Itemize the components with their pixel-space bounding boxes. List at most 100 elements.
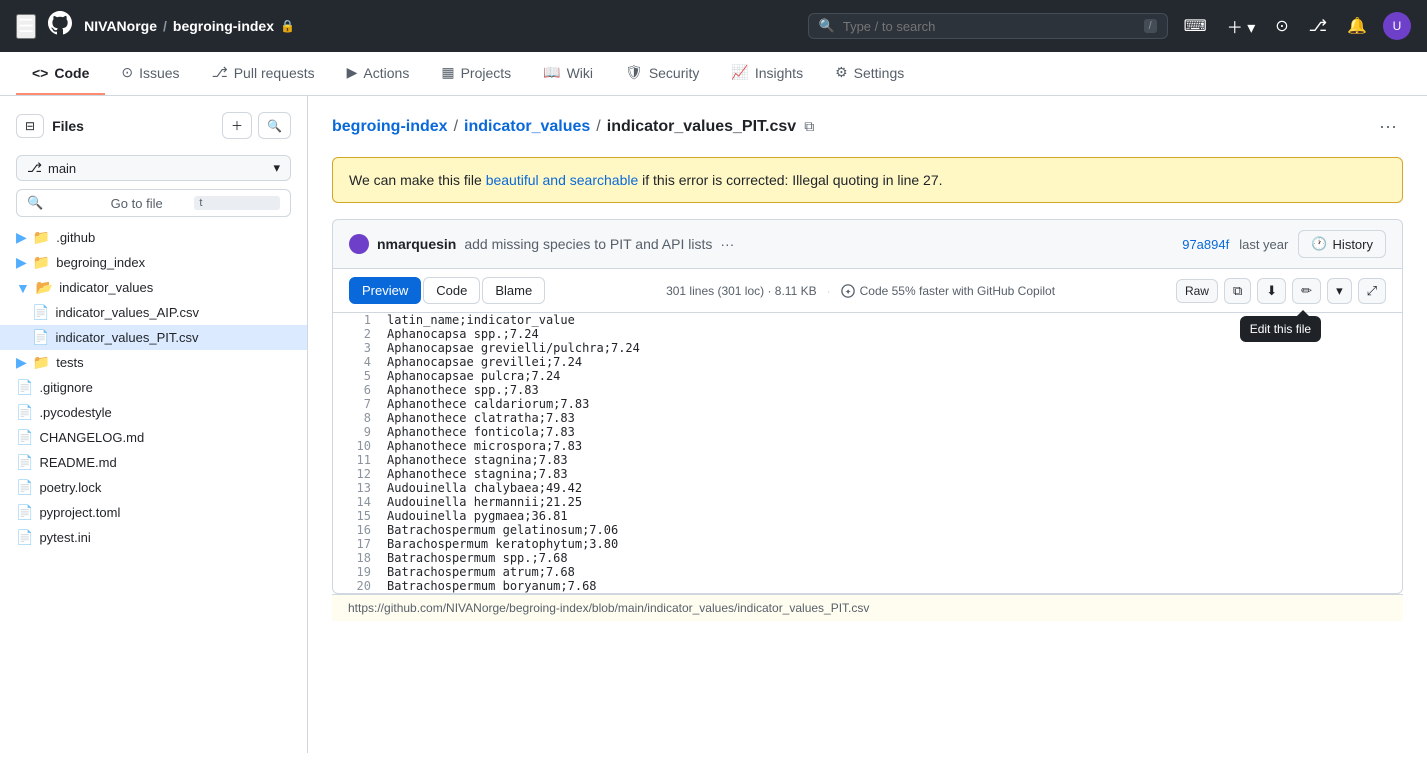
breadcrumb-root-link[interactable]: begroing-index — [332, 118, 448, 136]
new-icon[interactable]: ＋ ▾ — [1223, 10, 1259, 42]
svg-text:✦: ✦ — [844, 287, 851, 296]
tab-issues[interactable]: ⊙ Issues — [105, 52, 195, 95]
line-number[interactable]: 4 — [333, 355, 383, 369]
commit-author-name[interactable]: nmarquesin — [377, 236, 456, 252]
edit-file-button[interactable]: ✏ — [1292, 278, 1321, 304]
tree-item-pycodestyle[interactable]: 📄 .pycodestyle — [0, 400, 307, 425]
sidebar-toggle[interactable]: ⊟ — [16, 114, 44, 138]
commit-extra[interactable]: ··· — [720, 236, 734, 252]
tree-item-label: .github — [56, 230, 291, 245]
download-button[interactable]: ⬇ — [1257, 278, 1286, 304]
line-number[interactable]: 20 — [333, 579, 383, 593]
tab-preview[interactable]: Preview — [349, 277, 421, 304]
notifications-icon[interactable]: 🔔 — [1343, 12, 1371, 40]
tree-item-aip[interactable]: 📄 indicator_values_AIP.csv — [0, 300, 307, 325]
line-code: Aphanothece stagnina;7.83 — [383, 467, 1402, 481]
tree-item-label: tests — [56, 355, 291, 370]
tree-item-github[interactable]: ▶ 📁 .github — [0, 225, 307, 250]
line-number[interactable]: 15 — [333, 509, 383, 523]
search-bar[interactable]: 🔍 / — [808, 13, 1168, 39]
file-content-box: Preview Code Blame 301 lines (301 loc) ·… — [332, 269, 1403, 594]
table-row: 20 Batrachospermum boryanum;7.68 — [333, 579, 1402, 593]
repo-breadcrumb: NIVANorge / begroing-index 🔒 — [84, 18, 295, 34]
tab-code[interactable]: Code — [423, 277, 480, 304]
tree-item-pyproject[interactable]: 📄 pyproject.toml — [0, 500, 307, 525]
breadcrumb-sep1: / — [454, 118, 458, 136]
issues-icon[interactable]: ⊙ — [1271, 12, 1292, 40]
tab-actions[interactable]: ▶ Actions — [331, 52, 426, 95]
org-link[interactable]: NIVANorge — [84, 18, 157, 34]
line-code: Aphanothece caldariorum;7.83 — [383, 397, 1402, 411]
tree-item-readme[interactable]: 📄 README.md — [0, 450, 307, 475]
tree-item-pytest[interactable]: 📄 pytest.ini — [0, 525, 307, 550]
line-number[interactable]: 8 — [333, 411, 383, 425]
wiki-icon: 📖 — [543, 64, 560, 81]
line-code: Aphanothece clatratha;7.83 — [383, 411, 1402, 425]
edit-dropdown-button[interactable]: ▾ — [1327, 278, 1352, 304]
tab-projects[interactable]: ▦ Projects — [425, 52, 527, 95]
line-number[interactable]: 9 — [333, 425, 383, 439]
add-file-btn[interactable]: ＋ — [222, 112, 252, 139]
raw-button[interactable]: Raw — [1176, 279, 1218, 303]
line-number[interactable]: 16 — [333, 523, 383, 537]
line-number[interactable]: 11 — [333, 453, 383, 467]
tree-item-begroing-index[interactable]: ▶ 📁 begroing_index — [0, 250, 307, 275]
tree-item-poetry[interactable]: 📄 poetry.lock — [0, 475, 307, 500]
line-number[interactable]: 17 — [333, 537, 383, 551]
tree-item-tests[interactable]: ▶ 📁 tests — [0, 350, 307, 375]
expand-button[interactable]: ⤢ — [1358, 278, 1386, 304]
history-button[interactable]: 🕐 History — [1298, 230, 1386, 258]
line-code: Aphanocapsae pulcra;7.24 — [383, 369, 1402, 383]
tree-item-gitignore[interactable]: 📄 .gitignore — [0, 375, 307, 400]
hamburger-menu[interactable]: ☰ — [16, 14, 36, 39]
table-row: 7 Aphanothece caldariorum;7.83 — [333, 397, 1402, 411]
line-number[interactable]: 14 — [333, 495, 383, 509]
tab-wiki[interactable]: 📖 Wiki — [527, 52, 609, 95]
copy-path-button[interactable]: ⧉ — [802, 116, 816, 137]
tab-insights[interactable]: 📈 Insights — [715, 52, 819, 95]
go-to-file[interactable]: 🔍 Go to file t — [16, 189, 291, 217]
github-logo — [48, 11, 72, 42]
tab-settings-label: Settings — [854, 65, 905, 81]
line-number[interactable]: 6 — [333, 383, 383, 397]
line-number[interactable]: 18 — [333, 551, 383, 565]
line-number[interactable]: 1 — [333, 313, 383, 327]
beautiful-link[interactable]: beautiful and searchable — [486, 172, 639, 188]
commit-hash-link[interactable]: 97a894f — [1182, 237, 1229, 252]
line-number[interactable]: 13 — [333, 481, 383, 495]
terminal-icon[interactable]: ⌨ — [1180, 12, 1211, 40]
line-number[interactable]: 12 — [333, 467, 383, 481]
line-number[interactable]: 2 — [333, 327, 383, 341]
line-code: Aphanothece microspora;7.83 — [383, 439, 1402, 453]
line-number[interactable]: 5 — [333, 369, 383, 383]
pullrequest-icon[interactable]: ⎇ — [1305, 12, 1331, 40]
copy-raw-button[interactable]: ⧉ — [1224, 278, 1251, 304]
tab-settings[interactable]: ⚙ Settings — [819, 52, 920, 95]
line-number[interactable]: 10 — [333, 439, 383, 453]
branch-icon: ⎇ — [27, 160, 42, 176]
tree-item-changelog[interactable]: 📄 CHANGELOG.md — [0, 425, 307, 450]
search-input[interactable] — [843, 19, 1136, 34]
breadcrumb-folder-link[interactable]: indicator_values — [464, 118, 590, 136]
tree-item-indicator-values[interactable]: ▼ 📂 indicator_values — [0, 275, 307, 300]
tab-code[interactable]: <> Code — [16, 53, 105, 95]
folder-icon: ▶ — [16, 254, 27, 271]
tab-pull-requests[interactable]: ⎇ Pull requests — [196, 52, 331, 95]
line-number[interactable]: 3 — [333, 341, 383, 355]
tab-blame[interactable]: Blame — [482, 277, 545, 304]
line-number[interactable]: 19 — [333, 565, 383, 579]
repo-link[interactable]: begroing-index — [173, 18, 274, 34]
search-files-btn[interactable]: 🔍 — [258, 112, 291, 139]
tree-item-pit[interactable]: 📄 indicator_values_PIT.csv — [0, 325, 307, 350]
chevron-down-icon: ▾ — [273, 160, 280, 176]
history-icon: 🕐 — [1311, 236, 1327, 252]
pr-icon: ⎇ — [212, 64, 228, 81]
tab-security[interactable]: 🛡 Security — [609, 52, 715, 95]
issues-icon: ⊙ — [121, 64, 133, 81]
more-options-button[interactable]: ··· — [1373, 112, 1403, 141]
branch-selector[interactable]: ⎇ main ▾ — [16, 155, 291, 181]
tree-item-label: indicator_values_AIP.csv — [55, 305, 291, 320]
line-number[interactable]: 7 — [333, 397, 383, 411]
tab-actions-label: Actions — [363, 65, 409, 81]
avatar[interactable]: U — [1383, 12, 1411, 40]
